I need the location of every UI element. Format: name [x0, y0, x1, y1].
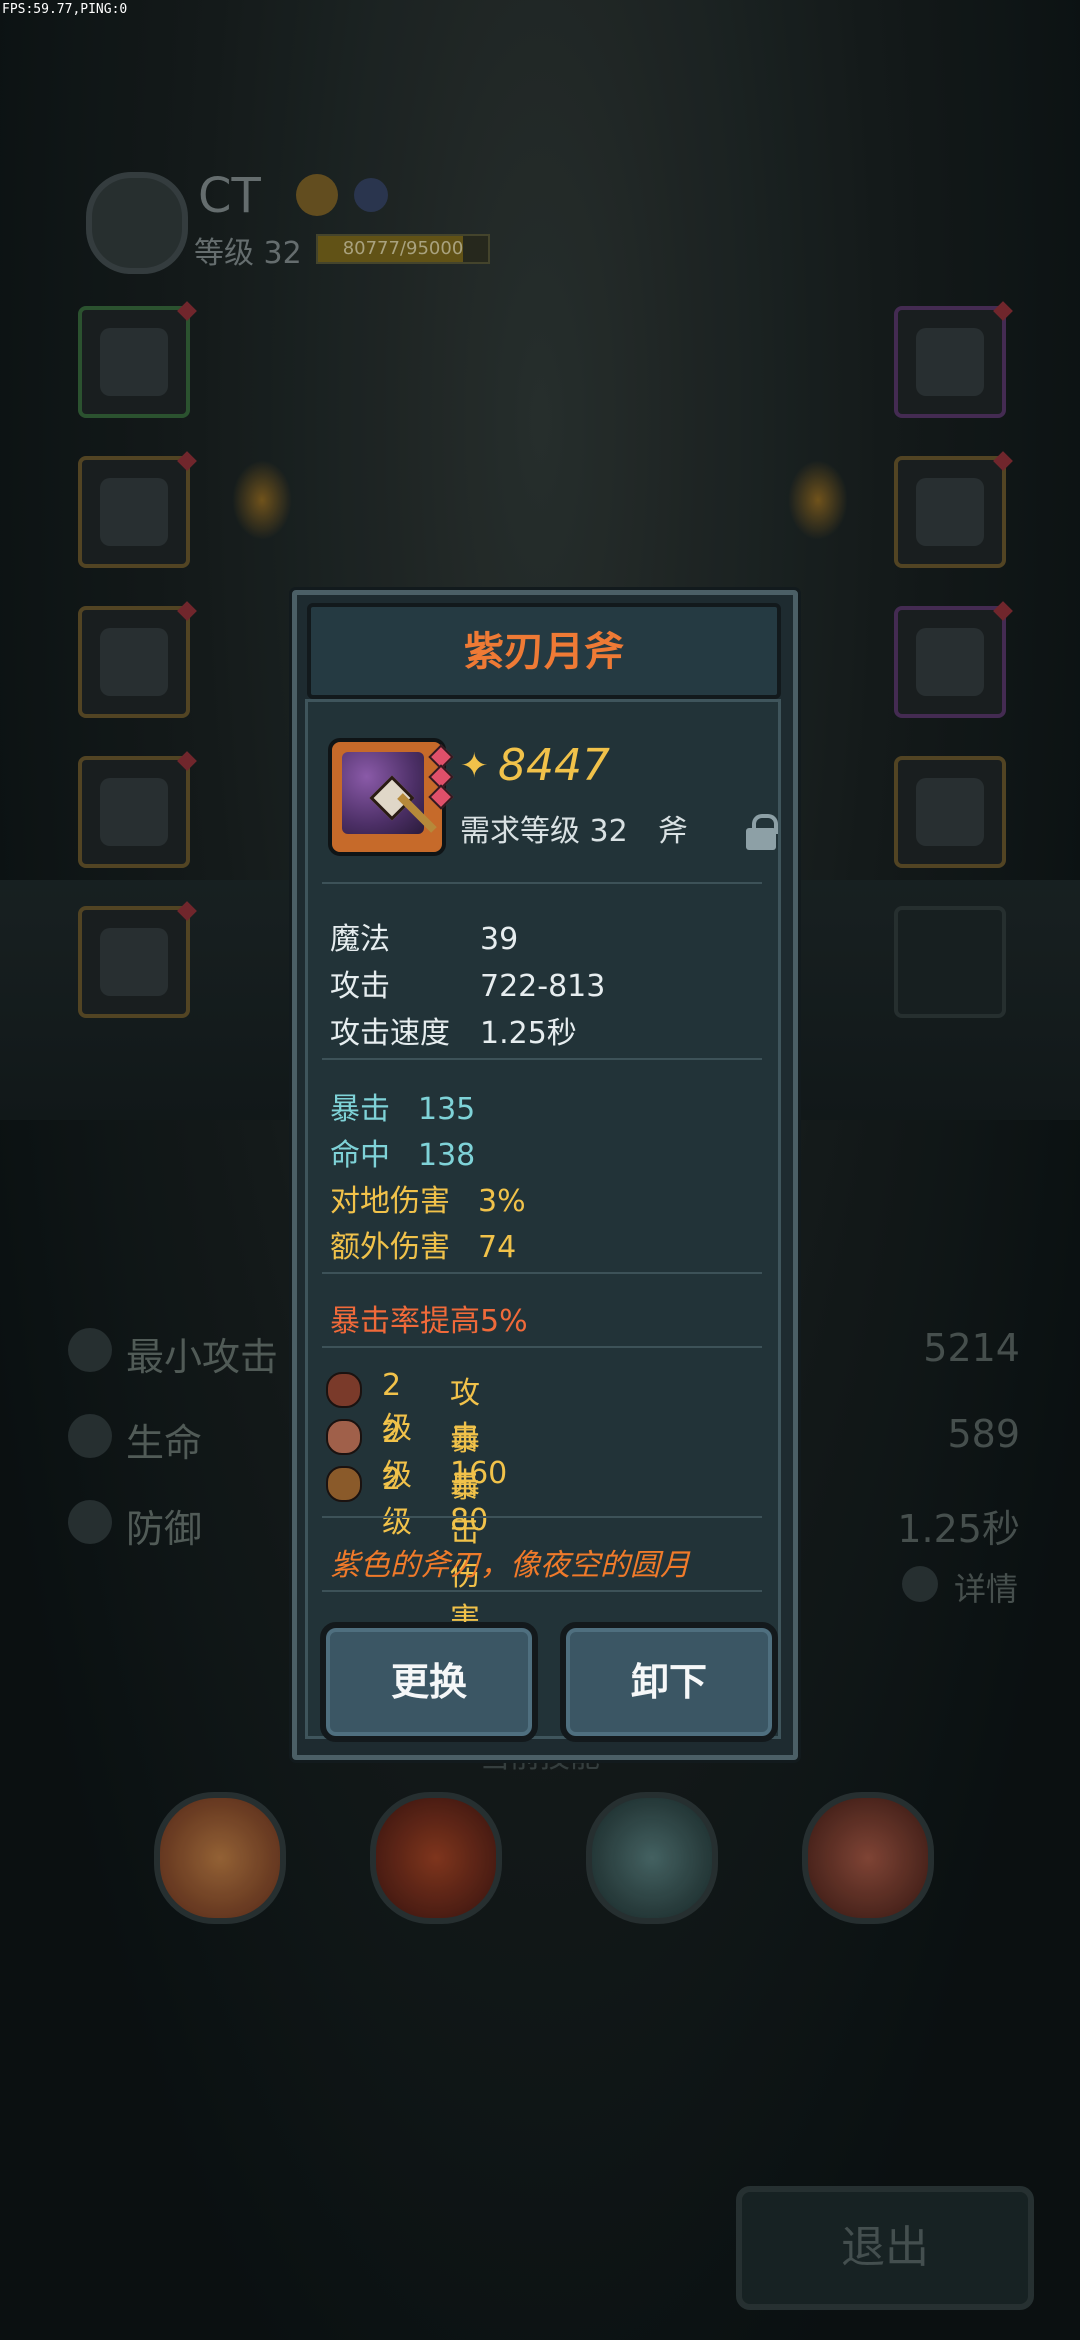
- dialog-header: 紫刃月斧: [307, 603, 781, 699]
- bonus-stat-row: 暴击 135: [330, 1084, 475, 1128]
- base-stat-row: 魔法 39: [330, 914, 518, 958]
- item-requirement: 需求等级 32 斧: [460, 814, 688, 849]
- fps-counter: FPS:59.77,PING:0: [2, 2, 128, 17]
- divider: [322, 1590, 762, 1592]
- unequip-label: 卸下: [630, 1660, 707, 1704]
- bonus-stat-row: 对地伤害 3%: [330, 1176, 526, 1220]
- divider: [322, 1272, 762, 1274]
- divider: [322, 1346, 762, 1348]
- bonus-stat-value: 3%: [478, 1184, 526, 1219]
- bonus-stat-label: 暴击: [330, 1092, 390, 1127]
- power-icon: ✦: [460, 746, 489, 786]
- base-stat-row: 攻击 722-813: [330, 961, 605, 1005]
- divider: [322, 1058, 762, 1060]
- base-stat-row: 攻击速度 1.25秒: [330, 1008, 577, 1052]
- orange-gem-icon: [326, 1419, 362, 1455]
- unequip-button[interactable]: 卸下: [560, 1622, 778, 1742]
- bonus-stat-label: 额外伤害: [330, 1230, 450, 1265]
- red-gem-icon: [326, 1372, 362, 1408]
- item-icon-frame: [328, 738, 454, 856]
- base-stat-value: 722-813: [480, 969, 606, 1004]
- item-detail-dialog: 紫刃月斧 ✦ 8447 需求等级 32 斧 魔法 39 攻击 722-813 攻击速…: [292, 590, 798, 1760]
- lock-icon[interactable]: [746, 814, 778, 850]
- bonus-stat-row: 额外伤害 74: [330, 1222, 516, 1266]
- bonus-stat-row: 命中 138: [330, 1130, 475, 1174]
- gem-socket-icon: [428, 784, 454, 810]
- divider: [322, 882, 762, 884]
- base-stat-label: 攻击: [330, 969, 390, 1004]
- replace-button[interactable]: 更换: [320, 1622, 538, 1742]
- bonus-stat-label: 对地伤害: [330, 1184, 450, 1219]
- bonus-stat-value: 138: [418, 1138, 476, 1173]
- swirl-gem-icon: [326, 1466, 362, 1502]
- replace-label: 更换: [390, 1660, 467, 1704]
- item-title: 紫刃月斧: [464, 629, 624, 675]
- bonus-stat-label: 命中: [330, 1138, 390, 1173]
- dialog-body: ✦ 8447 需求等级 32 斧 魔法 39 攻击 722-813 攻击速度 1.25…: [305, 699, 781, 1742]
- special-effect: 暴击率提高5%: [330, 1304, 528, 1339]
- purple-moon-axe-icon: [342, 752, 437, 834]
- item-power: 8447: [498, 740, 610, 791]
- bonus-stat-value: 135: [418, 1092, 476, 1127]
- item-flavor-text: 紫色的斧刃，像夜空的圆月: [330, 1548, 690, 1583]
- divider: [322, 1516, 762, 1518]
- base-stat-value: 1.25秒: [480, 1016, 577, 1051]
- base-stat-value: 39: [480, 922, 519, 957]
- bonus-stat-value: 74: [478, 1230, 517, 1265]
- base-stat-label: 魔法: [330, 922, 390, 957]
- lock-body: [746, 828, 776, 850]
- base-stat-label: 攻击速度: [330, 1016, 450, 1051]
- gem-level: 2级: [382, 1462, 412, 1540]
